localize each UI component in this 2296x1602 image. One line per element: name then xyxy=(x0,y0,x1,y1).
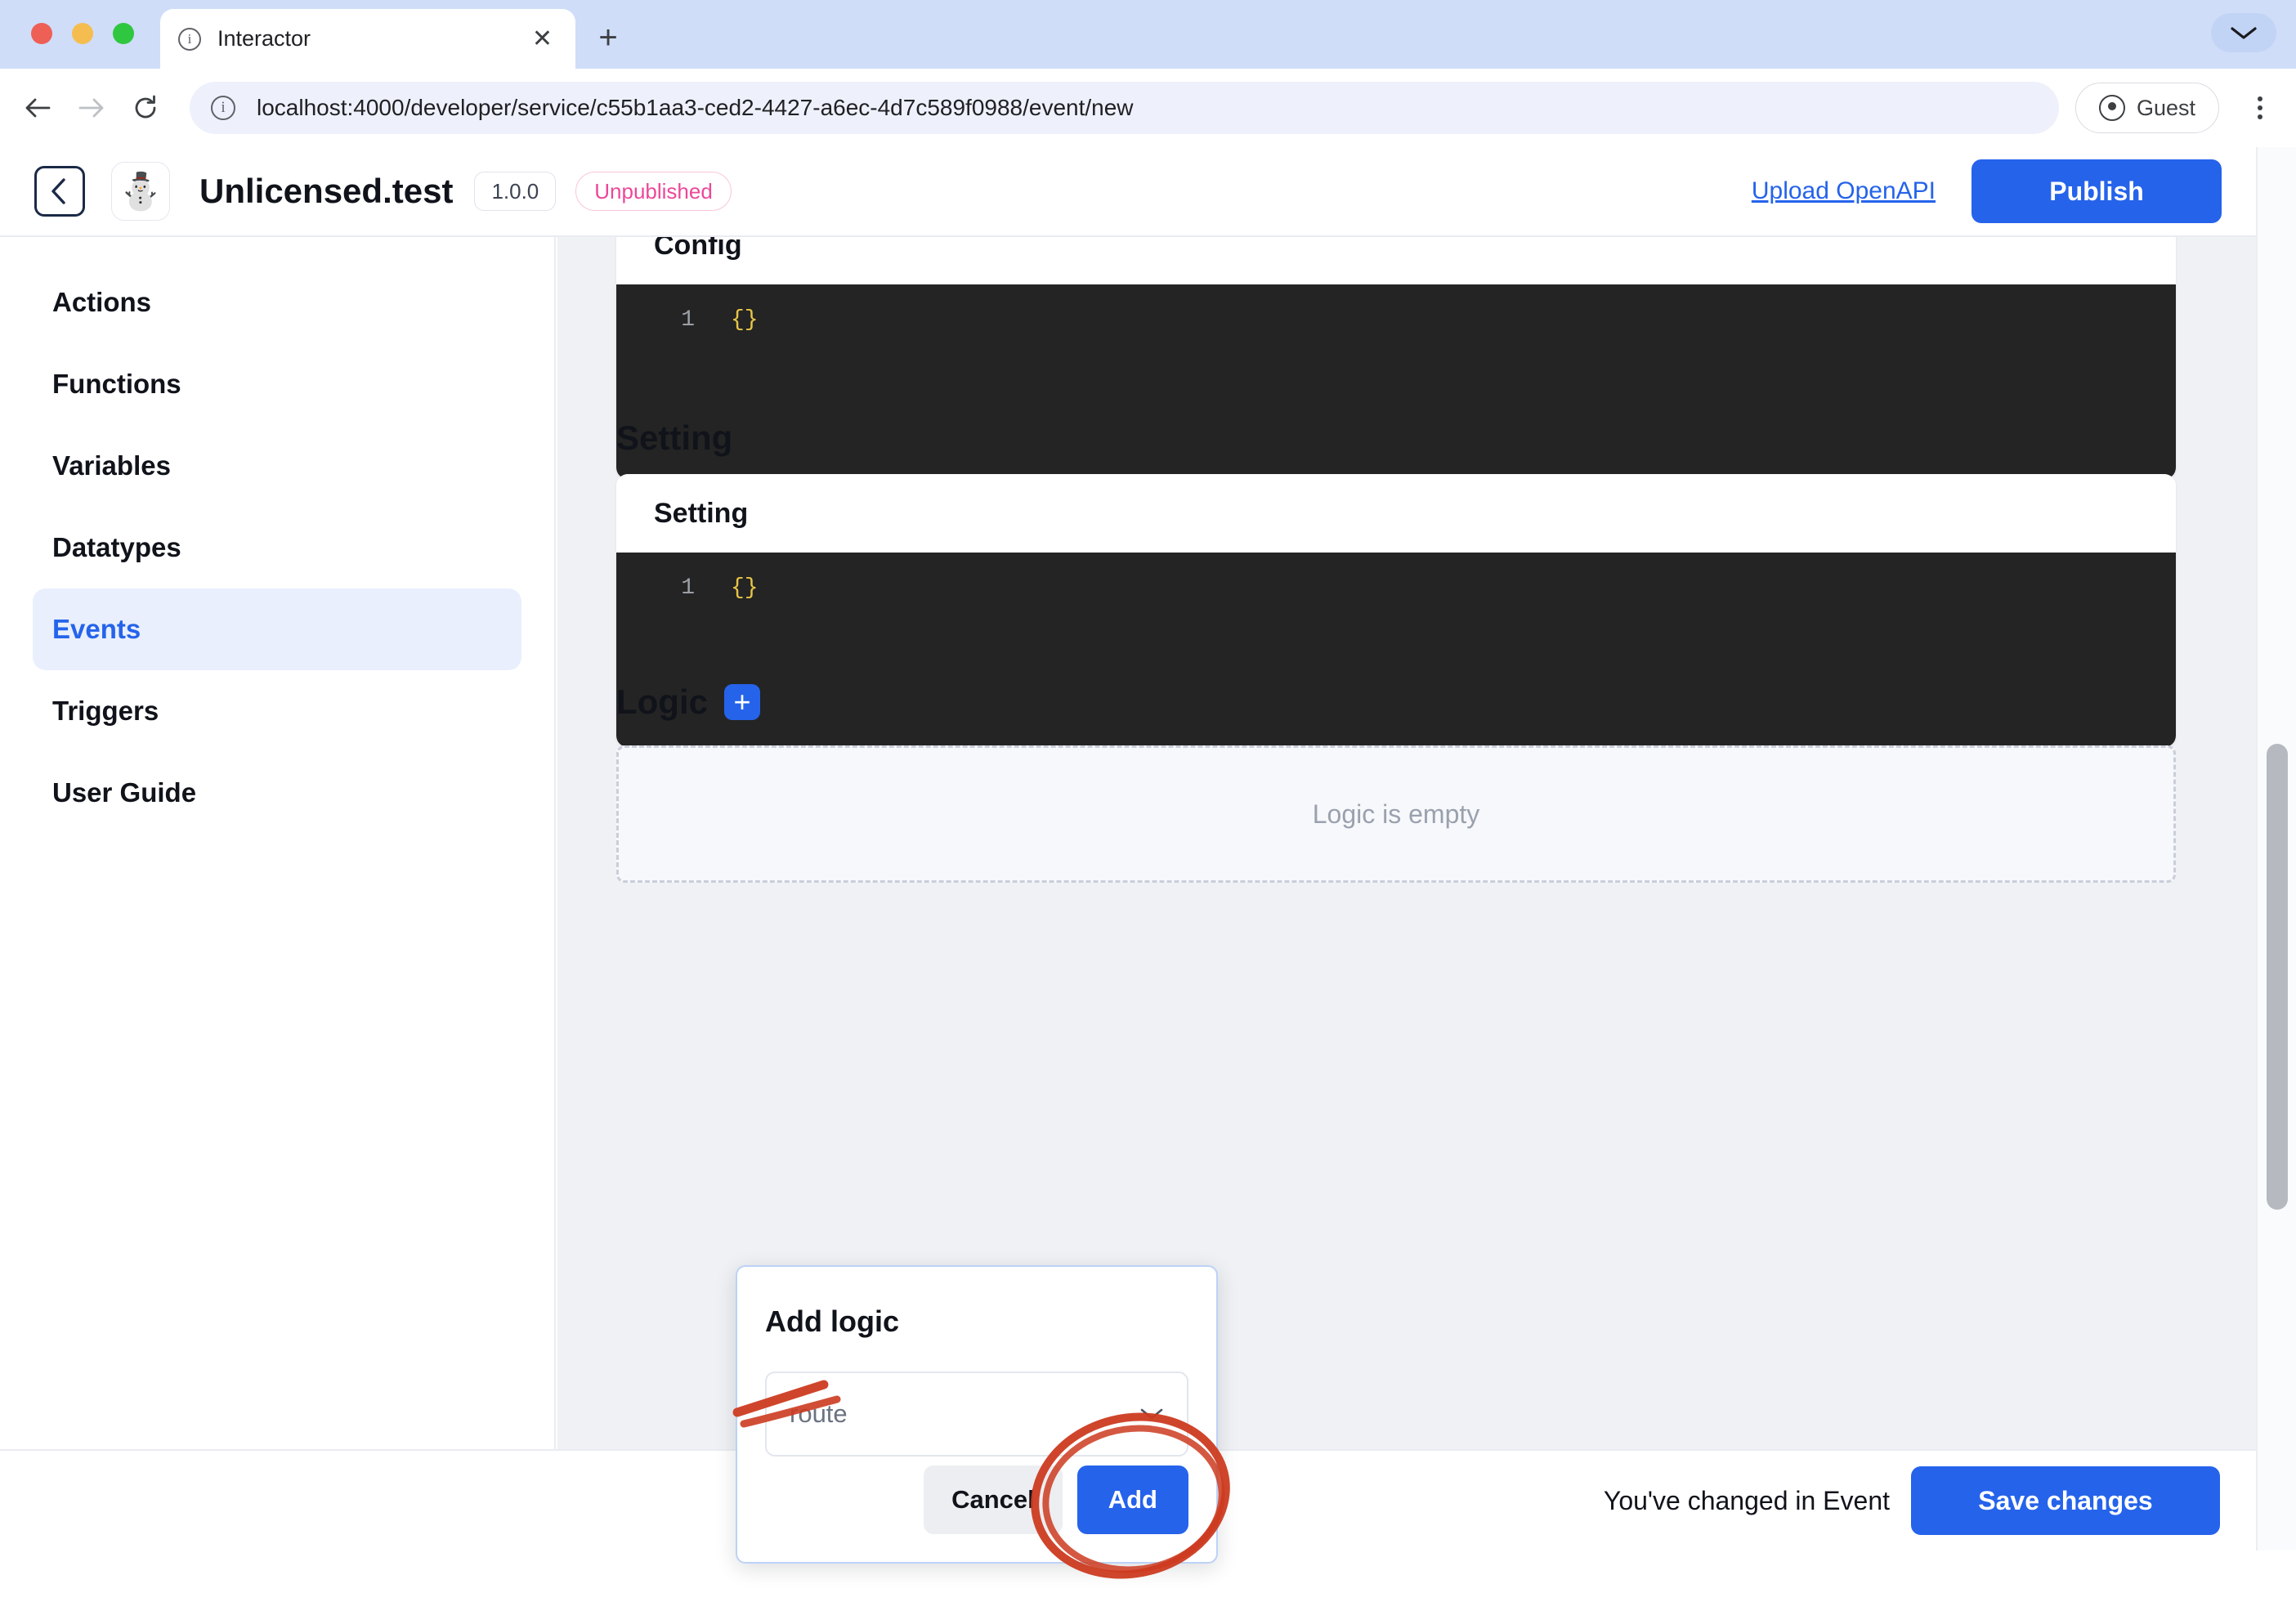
maximize-window-button[interactable] xyxy=(113,23,134,44)
save-changes-button[interactable]: Save changes xyxy=(1911,1466,2220,1535)
chevron-down-icon xyxy=(1139,1402,1164,1427)
chevron-down-icon[interactable] xyxy=(2211,13,2276,52)
code-token: {} xyxy=(731,575,759,601)
sidebar-item-label: Events xyxy=(52,614,141,645)
line-number: 1 xyxy=(616,575,695,601)
profile-label: Guest xyxy=(2137,96,2195,121)
logic-empty-state: Logic is empty xyxy=(616,745,2176,883)
section-heading-text: Setting xyxy=(616,418,732,458)
sidebar-item-variables[interactable]: Variables xyxy=(33,425,521,507)
setting-section-title: Setting xyxy=(616,418,732,458)
config-code-editor[interactable]: 1 {} xyxy=(616,284,2176,479)
status-badge: Unpublished xyxy=(575,172,732,211)
sidebar-item-events[interactable]: Events xyxy=(33,588,521,670)
minimize-window-button[interactable] xyxy=(72,23,93,44)
app-logo-glyph: ⛄ xyxy=(119,170,163,213)
page-scrollbar[interactable] xyxy=(2256,147,2296,1551)
config-card: Config 1 {} xyxy=(616,237,2176,479)
browser-window: i Interactor ✕ + i localhost:4000/develo… xyxy=(0,0,2296,1551)
tab-title: Interactor xyxy=(217,26,527,51)
dialog-title: Add logic xyxy=(765,1304,1216,1339)
add-logic-dialog: Add logic route Cancel Add xyxy=(736,1265,1218,1564)
plus-icon[interactable]: + xyxy=(590,21,626,57)
browser-tabstrip: i Interactor ✕ + xyxy=(0,0,2296,69)
sidebar-item-label: Variables xyxy=(52,450,171,481)
sidebar-item-label: Datatypes xyxy=(52,532,181,563)
address-bar-url: localhost:4000/developer/service/c55b1aa… xyxy=(257,95,1134,121)
snowman-logo: ⛄ xyxy=(111,162,170,221)
line-number: 1 xyxy=(616,307,695,333)
account-circle-icon xyxy=(2099,95,2125,121)
plus-icon[interactable]: + xyxy=(724,684,760,720)
code-line: 1 {} xyxy=(616,307,2176,333)
page-title: Unlicensed.test xyxy=(199,172,453,211)
application-root: ⛄ Unlicensed.test 1.0.0 Unpublished Uplo… xyxy=(0,147,2296,1551)
back-button[interactable] xyxy=(34,166,85,217)
info-circle-icon: i xyxy=(178,28,201,51)
sidebar-item-actions[interactable]: Actions xyxy=(33,262,521,343)
config-card-title: Config xyxy=(616,237,2176,284)
info-circle-icon[interactable]: i xyxy=(211,96,235,120)
close-window-button[interactable] xyxy=(31,23,52,44)
section-heading-text: Logic xyxy=(616,682,708,722)
sidebar-item-user-guide[interactable]: User Guide xyxy=(33,752,521,834)
logic-section-title: Logic + xyxy=(616,682,760,722)
code-token: {} xyxy=(731,307,759,333)
reload-icon[interactable] xyxy=(123,85,168,131)
upload-openapi-link[interactable]: Upload OpenAPI xyxy=(1752,177,1936,205)
sidebar-item-functions[interactable]: Functions xyxy=(33,343,521,425)
version-badge: 1.0.0 xyxy=(474,172,556,211)
browser-toolbar: i localhost:4000/developer/service/c55b1… xyxy=(0,69,2296,147)
kebab-menu-icon[interactable] xyxy=(2236,96,2285,119)
scrollbar-thumb[interactable] xyxy=(2267,744,2288,1210)
app-header: ⛄ Unlicensed.test 1.0.0 Unpublished Uplo… xyxy=(0,147,2256,237)
close-icon[interactable]: ✕ xyxy=(527,27,557,51)
add-button[interactable]: Add xyxy=(1077,1466,1188,1534)
arrow-right-icon xyxy=(69,85,114,131)
code-line: 1 {} xyxy=(616,575,2176,601)
sidebar-item-label: Triggers xyxy=(52,696,159,727)
arrow-left-icon[interactable] xyxy=(15,85,60,131)
sidebar-item-datatypes[interactable]: Datatypes xyxy=(33,507,521,588)
window-controls xyxy=(31,23,134,44)
change-message: You've changed in Event xyxy=(1604,1486,1890,1516)
address-bar[interactable]: i localhost:4000/developer/service/c55b1… xyxy=(190,82,2059,134)
browser-tab[interactable]: i Interactor ✕ xyxy=(160,9,575,69)
setting-code-editor[interactable]: 1 {} xyxy=(616,553,2176,747)
chevron-left-icon xyxy=(49,177,70,205)
setting-card: Setting 1 {} xyxy=(616,474,2176,747)
dialog-actions: Cancel Add xyxy=(924,1466,1188,1534)
sidebar-item-label: Actions xyxy=(52,287,151,318)
logic-type-select[interactable]: route xyxy=(765,1372,1188,1457)
publish-button[interactable]: Publish xyxy=(1972,159,2222,223)
logic-empty-label: Logic is empty xyxy=(1313,799,1480,830)
profile-button[interactable]: Guest xyxy=(2075,83,2219,133)
sidebar-item-label: Functions xyxy=(52,369,181,400)
sidebar-item-triggers[interactable]: Triggers xyxy=(33,670,521,752)
sidebar-item-label: User Guide xyxy=(52,777,196,808)
cancel-button[interactable]: Cancel xyxy=(924,1466,1063,1534)
logic-type-select-value: route xyxy=(790,1399,848,1429)
sidebar-nav: Actions Functions Variables Datatypes Ev… xyxy=(0,237,556,1530)
setting-card-title: Setting xyxy=(616,474,2176,553)
